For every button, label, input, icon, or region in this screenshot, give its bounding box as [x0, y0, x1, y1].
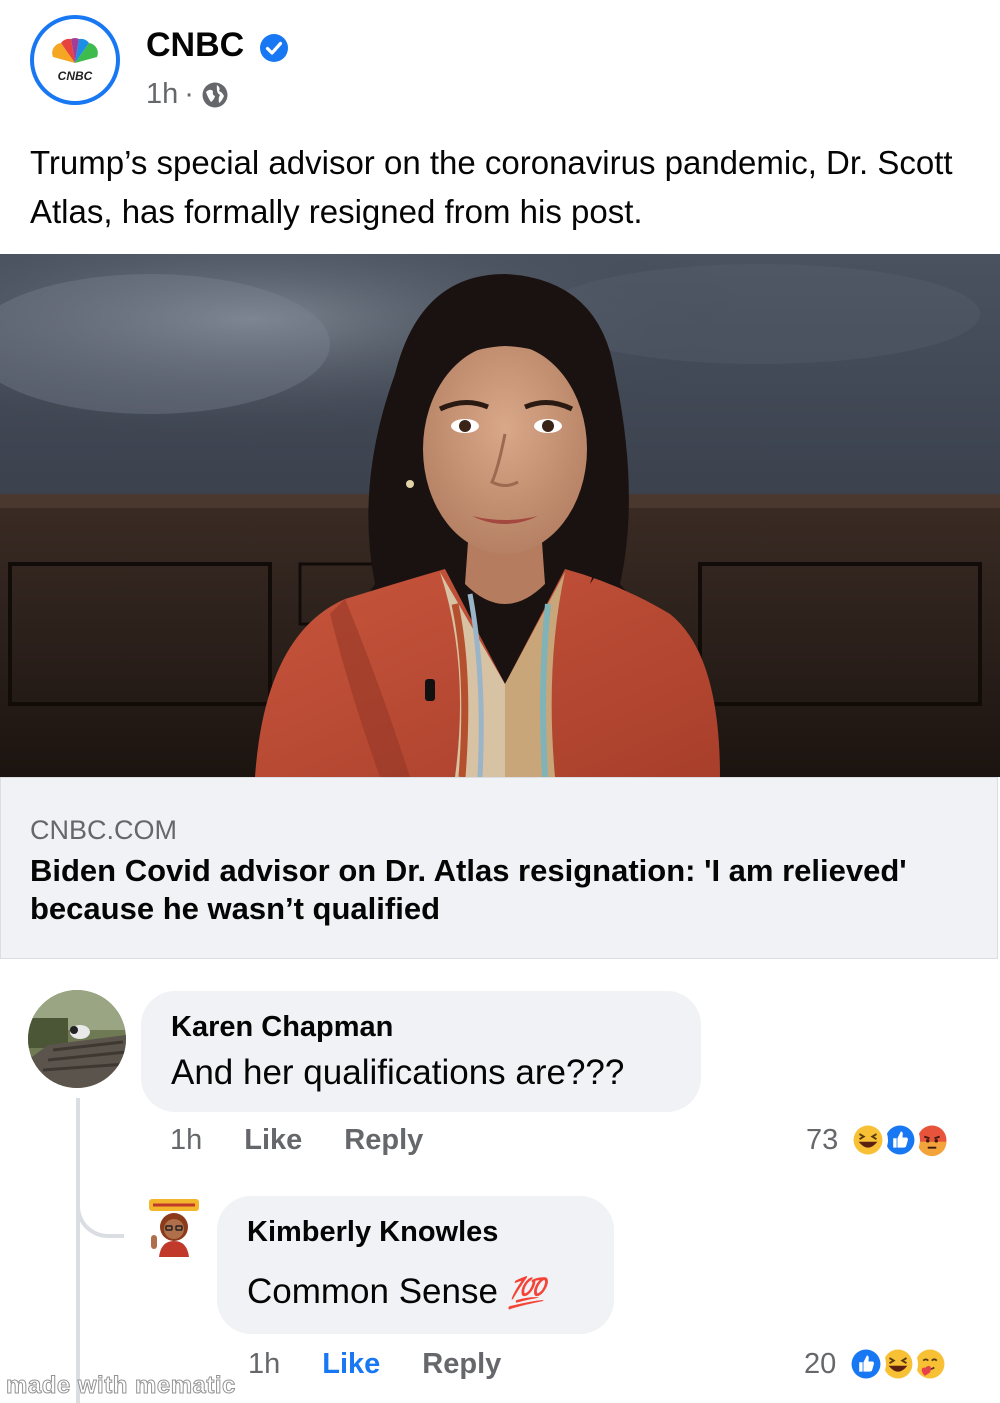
watermark: made with mematic — [6, 1372, 236, 1400]
reply-button[interactable]: Reply — [422, 1348, 501, 1381]
page-avatar[interactable]: CNBC — [30, 15, 120, 105]
link-title[interactable]: Biden Covid advisor on Dr. Atlas resigna… — [30, 852, 930, 928]
post-time[interactable]: 1h — [146, 78, 178, 111]
meta-separator: · — [184, 78, 194, 110]
comment-author[interactable]: Karen Chapman — [171, 1011, 393, 1044]
woman-portrait-photo — [0, 254, 1000, 777]
comment-text: And her qualifications are??? — [171, 1053, 625, 1092]
post-photo[interactable] — [0, 254, 1000, 777]
reply-thread-line — [76, 1098, 80, 1403]
verified-badge-icon — [260, 34, 288, 62]
reaction-count: 73 — [806, 1123, 839, 1156]
bitmoji-avatar — [149, 1199, 199, 1257]
haha-icon — [848, 1120, 889, 1160]
link-domain: CNBC.COM — [30, 815, 177, 845]
comment-bubble: Karen Chapman And her qualifications are… — [141, 991, 701, 1112]
cnbc-logo-text: CNBC — [57, 69, 93, 83]
hundred-points-emoji: 💯 — [507, 1277, 546, 1310]
globe-icon — [202, 82, 228, 107]
cnbc-logo-icon — [49, 38, 101, 79]
page-name[interactable]: CNBC — [146, 26, 244, 65]
commenter-avatar-kimberly[interactable] — [143, 1195, 205, 1257]
reaction-summary[interactable]: 73 — [806, 1120, 953, 1160]
like-button-active[interactable]: Like — [322, 1348, 380, 1381]
comment-time[interactable]: 1h — [248, 1348, 280, 1381]
comment-text-wrap: Common Sense 💯 — [247, 1272, 545, 1312]
reply-button[interactable]: Reply — [344, 1124, 423, 1157]
comment-actions: 1h Like Reply — [170, 1124, 423, 1157]
comment-author[interactable]: Kimberly Knowles — [247, 1216, 498, 1249]
comment-actions: 1h Like Reply — [248, 1348, 501, 1381]
post-meta: 1h · — [146, 78, 230, 111]
reply-thread-connector — [76, 1190, 124, 1238]
commenter-avatar-karen[interactable] — [28, 990, 126, 1088]
comment-text: Common Sense — [247, 1272, 498, 1311]
avatar-photo — [28, 990, 126, 1088]
like-button[interactable]: Like — [244, 1124, 302, 1157]
like-icon — [846, 1344, 887, 1384]
reaction-count: 20 — [804, 1347, 837, 1380]
comment-bubble: Kimberly Knowles Common Sense 💯 — [217, 1196, 614, 1334]
reaction-summary[interactable]: 20 — [804, 1344, 951, 1384]
comment-time[interactable]: 1h — [170, 1124, 202, 1157]
post-text: Trump’s special advisor on the coronavir… — [30, 144, 953, 230]
